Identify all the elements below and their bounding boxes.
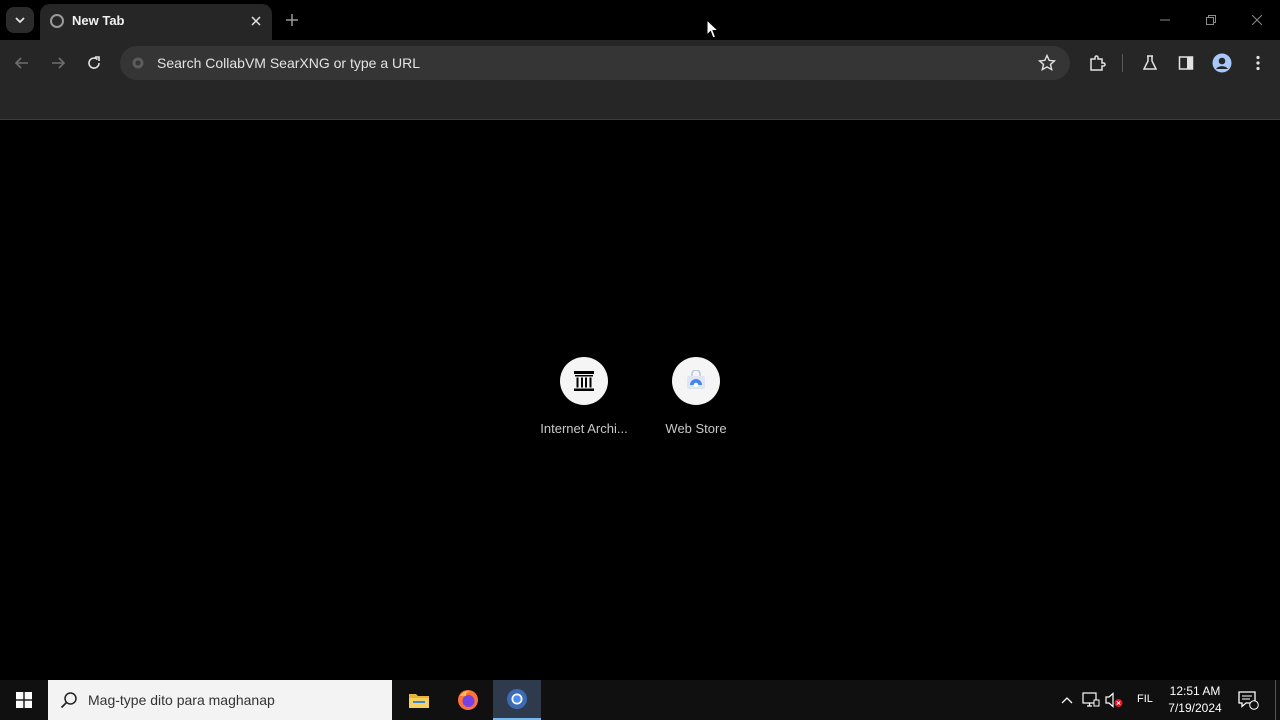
new-tab-button[interactable] <box>281 9 303 31</box>
more-vertical-icon <box>1256 55 1260 71</box>
new-tab-page: Internet Archi... Web Store <box>0 121 1280 680</box>
plus-icon <box>286 14 298 26</box>
shortcut-label: Web Store <box>665 421 727 436</box>
taskbar-firefox[interactable] <box>444 680 492 720</box>
star-icon[interactable] <box>1038 54 1056 72</box>
tray-overflow-button[interactable] <box>1057 690 1077 710</box>
globe-icon <box>50 14 64 28</box>
taskbar-search-placeholder: Mag-type dito para maghanap <box>88 692 275 708</box>
menu-button[interactable] <box>1246 51 1270 75</box>
tab-title: New Tab <box>72 13 125 28</box>
restore-icon <box>1206 15 1216 25</box>
side-panel-icon <box>1178 56 1194 70</box>
taskbar-file-explorer[interactable] <box>395 680 443 720</box>
flask-icon <box>1142 55 1158 70</box>
omnibox[interactable]: Search CollabVM SearXNG or type a URL <box>120 46 1070 80</box>
minimize-button[interactable] <box>1142 0 1188 40</box>
reload-icon <box>88 56 100 69</box>
windows-logo-icon <box>16 692 32 708</box>
arrow-left-icon <box>14 57 28 69</box>
network-icon <box>1082 692 1100 707</box>
shortcut-internet-archive[interactable]: Internet Archi... <box>528 357 640 457</box>
tab-strip: New Tab <box>0 0 1280 40</box>
window-controls <box>1142 0 1280 40</box>
browser-toolbar: Search CollabVM SearXNG or type a URL <box>0 40 1280 86</box>
notification-icon[interactable] <box>1236 690 1260 710</box>
puzzle-icon <box>1090 55 1106 71</box>
volume-button[interactable] <box>1104 690 1124 710</box>
avatar-icon <box>1212 53 1232 73</box>
labs-button[interactable] <box>1138 51 1162 75</box>
toolbar-divider <box>1122 54 1123 72</box>
web-store-icon <box>672 357 720 405</box>
shortcut-label: Internet Archi... <box>540 421 628 436</box>
volume-muted-icon <box>1105 692 1123 708</box>
clock[interactable]: 12:51 AM 7/19/2024 <box>1164 683 1226 717</box>
close-icon <box>251 16 261 26</box>
taskbar-search-box[interactable]: Mag-type dito para maghanap <box>48 680 392 720</box>
bookmarks-bar <box>0 86 1280 120</box>
search-icon <box>60 692 77 709</box>
reload-button[interactable] <box>82 51 106 75</box>
screen: New Tab Search CollabVM SearXNG or type … <box>0 0 1280 720</box>
tab-close-button[interactable] <box>246 11 266 31</box>
side-panel-button[interactable] <box>1174 51 1198 75</box>
profile-button[interactable] <box>1210 51 1234 75</box>
shortcut-web-store[interactable]: Web Store <box>640 357 752 457</box>
taskbar: Mag-type dito para maghanap FIL 12:51 AM… <box>0 680 1280 720</box>
forward-button[interactable] <box>46 51 70 75</box>
close-icon <box>1252 15 1262 25</box>
extensions-button[interactable] <box>1085 51 1109 75</box>
mouse-cursor-icon <box>706 19 719 39</box>
omnibox-placeholder: Search CollabVM SearXNG or type a URL <box>157 55 420 71</box>
internet-archive-icon <box>560 357 608 405</box>
taskbar-chrome[interactable] <box>493 680 541 720</box>
start-button[interactable] <box>0 680 48 720</box>
chevron-up-icon <box>1061 697 1073 704</box>
restore-button[interactable] <box>1188 0 1234 40</box>
network-button[interactable] <box>1081 690 1101 710</box>
back-button[interactable] <box>10 51 34 75</box>
chrome-icon <box>507 689 527 709</box>
input-language-indicator[interactable]: FIL <box>1137 693 1153 705</box>
clock-time: 12:51 AM <box>1169 684 1221 698</box>
close-window-button[interactable] <box>1234 0 1280 40</box>
search-engine-icon <box>130 55 146 71</box>
chevron-down-icon <box>15 17 25 24</box>
tab-search-button[interactable] <box>6 7 34 33</box>
clock-date: 7/19/2024 <box>1168 701 1222 715</box>
minimize-icon <box>1160 19 1170 21</box>
tab-new-tab[interactable]: New Tab <box>40 4 272 40</box>
firefox-icon <box>458 690 478 710</box>
arrow-right-icon <box>52 57 66 69</box>
show-desktop-button[interactable] <box>1275 680 1276 720</box>
file-explorer-icon <box>409 694 429 708</box>
